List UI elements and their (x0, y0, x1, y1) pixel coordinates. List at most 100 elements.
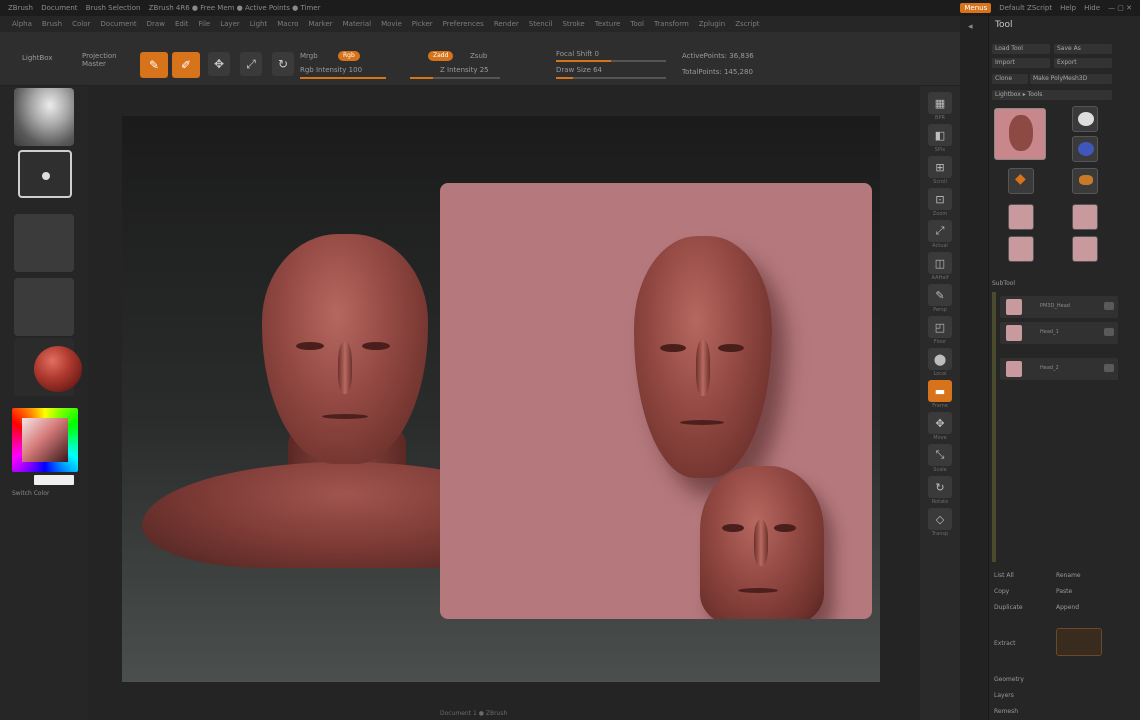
alpha-selector[interactable] (14, 214, 74, 272)
menu-item-movie[interactable]: Movie (381, 20, 402, 28)
save-as-button[interactable]: Save As (1054, 44, 1112, 54)
subtool-scrollbar[interactable] (992, 292, 996, 562)
tool-thumb-head-3[interactable] (1008, 236, 1034, 262)
mrgb-toggle[interactable]: Mrgb (300, 52, 318, 60)
menu-item-document[interactable]: Document (100, 20, 136, 28)
tool-button-persp[interactable]: ✎ (928, 284, 952, 306)
menu-item-alpha[interactable]: Alpha (12, 20, 32, 28)
paste-button[interactable]: Paste (1056, 588, 1072, 595)
menu-item-brush[interactable]: Brush (42, 20, 62, 28)
face-stamp-small[interactable] (700, 466, 824, 619)
draw-size-track[interactable] (556, 77, 666, 79)
texture-selector[interactable] (14, 278, 74, 336)
subtool-row[interactable]: Head_2 (1000, 358, 1118, 380)
switch-color-label[interactable]: Switch Color (12, 490, 49, 497)
draw-mode-button[interactable]: ✐ (172, 52, 200, 78)
tool-button-aahalf[interactable]: ◫ (928, 252, 952, 274)
tool-button-move[interactable]: ✥ (928, 412, 952, 434)
stroke-selector[interactable] (18, 150, 72, 198)
menu-item-color[interactable]: Color (72, 20, 90, 28)
title-brush[interactable]: Brush Selection (86, 4, 141, 12)
subtool-title[interactable]: SubTool (992, 280, 1015, 287)
visibility-eye-icon[interactable] (1104, 328, 1114, 336)
tool-thumb-head-2[interactable] (1072, 204, 1098, 230)
export-button[interactable]: Export (1054, 58, 1112, 68)
rgb-intensity-slider[interactable]: Rgb Intensity 100 (300, 66, 362, 74)
menu-item-draw[interactable]: Draw (147, 20, 165, 28)
subtool-row[interactable]: Head_1 (1000, 322, 1118, 344)
menu-item-macro[interactable]: Macro (277, 20, 298, 28)
menu-item-texture[interactable]: Texture (595, 20, 621, 28)
menus-toggle[interactable]: Menus (960, 3, 992, 13)
tool-button-scale[interactable]: ⤡ (928, 444, 952, 466)
tool-thumb-head-4[interactable] (1072, 236, 1098, 262)
menu-item-zplugin[interactable]: Zplugin (699, 20, 725, 28)
menu-item-stencil[interactable]: Stencil (529, 20, 553, 28)
zadd-toggle[interactable]: Zadd (428, 51, 454, 61)
list-all-button[interactable]: List All (994, 572, 1014, 579)
rotate-mode-button[interactable]: ↻ (272, 52, 294, 76)
edit-mode-button[interactable]: ✎ (140, 52, 168, 78)
menu-item-transform[interactable]: Transform (654, 20, 689, 28)
make-polymesh-button[interactable]: Make PolyMesh3D (1030, 74, 1112, 84)
menu-item-material[interactable]: Material (343, 20, 371, 28)
brush-selector[interactable] (14, 88, 74, 146)
tool-button-transp[interactable]: ◇ (928, 508, 952, 530)
tray-divider[interactable]: ◂ (960, 16, 988, 720)
tool-thumb-material[interactable] (1072, 136, 1098, 162)
extract-button[interactable]: Extract (994, 640, 1016, 647)
focal-shift-track[interactable] (556, 60, 666, 62)
title-document[interactable]: Document (41, 4, 77, 12)
menu-item-tool[interactable]: Tool (630, 20, 644, 28)
current-tool-thumb[interactable] (994, 108, 1046, 160)
z-intensity-slider[interactable]: Z Intensity 25 (440, 66, 489, 74)
tool-button-actual[interactable]: ⤢ (928, 220, 952, 242)
menu-item-file[interactable]: File (199, 20, 211, 28)
remesh-section[interactable]: Remesh (994, 708, 1018, 715)
draw-size-slider[interactable]: Draw Size 64 (556, 66, 602, 74)
import-button[interactable]: Import (992, 58, 1050, 68)
layers-section[interactable]: Layers (994, 692, 1014, 699)
tool-button-scroll[interactable]: ⊞ (928, 156, 952, 178)
move-mode-button[interactable]: ✥ (208, 52, 230, 76)
projection-master-button[interactable]: Projection Master (82, 52, 132, 68)
tool-button-local[interactable]: ⬤ (928, 348, 952, 370)
subtool-preview[interactable] (1056, 628, 1102, 656)
tool-button-floor[interactable]: ◰ (928, 316, 952, 338)
menu-item-stroke[interactable]: Stroke (562, 20, 584, 28)
face-stamp-large[interactable] (634, 236, 772, 478)
bust-head[interactable] (262, 234, 428, 464)
copy-button[interactable]: Copy (994, 588, 1009, 595)
tool-thumb-head-1[interactable] (1008, 204, 1034, 230)
tool-button-spix[interactable]: ◧ (928, 124, 952, 146)
lightbox-tools-button[interactable]: Lightbox ▸ Tools (992, 90, 1112, 100)
duplicate-button[interactable]: Duplicate (994, 604, 1023, 611)
focal-shift-slider[interactable]: Focal Shift 0 (556, 50, 599, 58)
color-picker-swatch[interactable] (22, 418, 68, 462)
load-tool-button[interactable]: Load Tool (992, 44, 1050, 54)
menu-item-zscript[interactable]: Zscript (735, 20, 759, 28)
tool-button-rotate[interactable]: ↻ (928, 476, 952, 498)
title-app[interactable]: ZBrush (8, 4, 33, 12)
rename-button[interactable]: Rename (1056, 572, 1081, 579)
rgb-intensity-track[interactable] (300, 77, 386, 79)
subtool-row[interactable]: PM3D_Head (1000, 296, 1118, 318)
pixol-document[interactable] (440, 183, 872, 619)
menu-item-render[interactable]: Render (494, 20, 519, 28)
tool-thumb-alpha[interactable] (1072, 168, 1098, 194)
z-intensity-track[interactable] (410, 77, 500, 79)
append-button[interactable]: Append (1056, 604, 1079, 611)
tool-palette-title[interactable]: Tool (995, 20, 1012, 30)
hide-button[interactable]: Hide (1084, 4, 1100, 12)
tool-button-zoom[interactable]: ⊡ (928, 188, 952, 210)
tool-button-bpr[interactable]: ▦ (928, 92, 952, 114)
visibility-eye-icon[interactable] (1104, 302, 1114, 310)
menu-item-edit[interactable]: Edit (175, 20, 189, 28)
tool-thumb-simplebrush[interactable]: ◆ (1008, 168, 1034, 194)
zsub-toggle[interactable]: Zsub (470, 52, 487, 60)
tool-thumb-sphere3d[interactable] (1072, 106, 1098, 132)
clone-button[interactable]: Clone (992, 74, 1028, 84)
tool-button-frame[interactable]: ▬ (928, 380, 952, 402)
menu-item-marker[interactable]: Marker (308, 20, 332, 28)
scale-mode-button[interactable]: ⤢ (240, 52, 262, 76)
